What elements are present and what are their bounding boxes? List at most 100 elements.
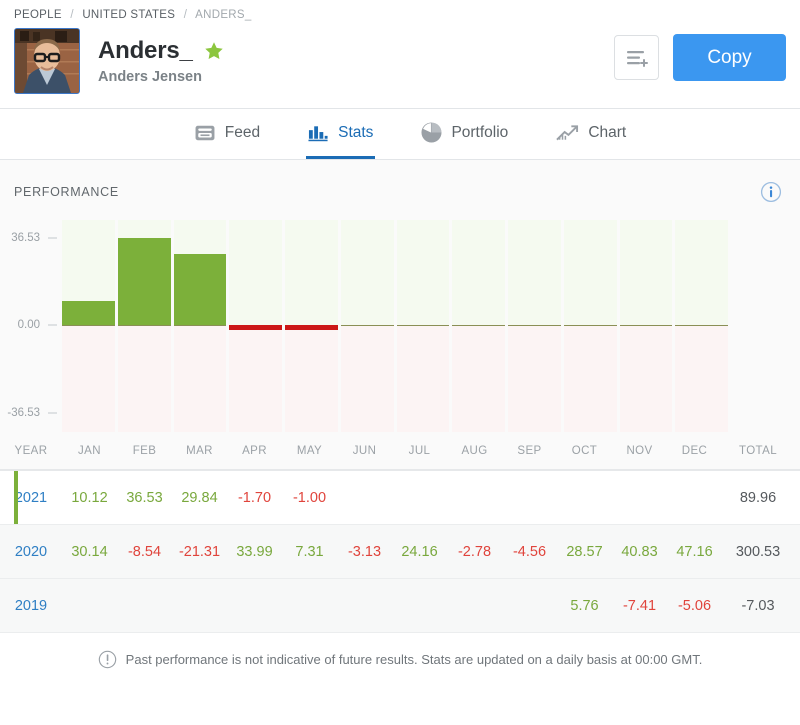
chart-zero-line xyxy=(619,325,673,326)
cell-jul: 24.16 xyxy=(401,543,438,560)
tab-feed-label: Feed xyxy=(224,123,261,141)
y-tick-mark-min xyxy=(48,412,57,414)
add-to-list-button[interactable] xyxy=(614,35,659,80)
chart-column-aug[interactable] xyxy=(452,220,505,432)
chart-column-feb[interactable] xyxy=(117,220,171,432)
breadcrumb-separator: / xyxy=(183,9,188,21)
performance-table: 2021 10.12 36.53 29.84 -1.70 -1.00 89.96 2020 30… xyxy=(0,471,800,633)
chart-column-dec[interactable] xyxy=(675,220,728,432)
chart-bar-mar[interactable] xyxy=(173,253,227,325)
chart-positive-band xyxy=(229,220,282,325)
chart-positive-band xyxy=(508,220,561,325)
breadcrumb-item-current: ANDERS_ xyxy=(195,9,252,21)
chart-negative-band xyxy=(285,325,338,432)
chart-zero-line xyxy=(62,325,115,326)
cell-mar: -21.31 xyxy=(178,543,221,560)
chart-column-apr[interactable] xyxy=(229,220,282,432)
cell-oct: 28.57 xyxy=(566,543,603,560)
chart-positive-band xyxy=(285,220,338,325)
chart-column-may[interactable] xyxy=(285,220,338,432)
table-row[interactable]: 2019 5.76 -7.41 -5.06 -7.03 xyxy=(0,579,800,633)
chart-column-mar[interactable] xyxy=(173,220,227,432)
cell-oct: 5.76 xyxy=(570,597,599,614)
chart-bar-may[interactable] xyxy=(285,325,338,330)
cell-sep: -4.56 xyxy=(512,543,547,560)
bar-chart-icon xyxy=(308,124,329,142)
chart-column-nov[interactable] xyxy=(619,220,673,432)
tab-bar: Feed Stats Portfolio Chart xyxy=(0,109,800,160)
chart-negative-band xyxy=(229,325,282,432)
chart-bar-feb[interactable] xyxy=(117,238,171,325)
chart-zero-line xyxy=(508,325,561,326)
chart-negative-band xyxy=(117,325,171,432)
display-name-row: Anders_ xyxy=(98,37,225,65)
chart-column-jun[interactable] xyxy=(340,220,394,432)
column-header-mar: MAR xyxy=(186,444,213,457)
chart-zero-line xyxy=(675,325,728,326)
tab-portfolio[interactable]: Portfolio xyxy=(419,109,510,159)
column-header-apr: APR xyxy=(242,444,267,457)
chart-negative-band xyxy=(173,325,227,432)
table-row[interactable]: 2021 10.12 36.53 29.84 -1.70 -1.00 89.96 xyxy=(0,471,800,525)
cell-total: -7.03 xyxy=(741,597,775,614)
chart-zero-line xyxy=(396,325,450,326)
y-tick-label-zero: 0.00 xyxy=(17,319,40,331)
cell-nov: -7.41 xyxy=(622,597,657,614)
column-header-jun: JUN xyxy=(352,444,377,457)
y-tick-label-min: -36.53 xyxy=(7,407,40,419)
profile-header: Anders_ Anders Jensen Copy xyxy=(0,28,800,109)
real-name: Anders Jensen xyxy=(98,69,202,85)
page-title: Anders_ xyxy=(98,37,193,64)
cell-mar: 29.84 xyxy=(181,489,218,506)
chart-bar-apr[interactable] xyxy=(229,325,282,330)
column-header-dec: DEC xyxy=(681,444,708,457)
breadcrumb-separator: / xyxy=(70,9,74,21)
cell-year: 2019 xyxy=(14,597,48,614)
avatar[interactable] xyxy=(14,28,80,94)
chart-zero-line xyxy=(173,325,227,326)
chart-negative-band xyxy=(452,325,505,432)
cell-nov: 40.83 xyxy=(621,543,658,560)
chart-column-oct[interactable] xyxy=(563,220,617,432)
cell-feb: -8.54 xyxy=(127,543,162,560)
chart-negative-band xyxy=(619,325,673,432)
breadcrumb-item-people[interactable]: PEOPLE xyxy=(14,9,62,21)
tab-chart[interactable]: Chart xyxy=(554,109,628,159)
chart-column-sep[interactable] xyxy=(508,220,561,432)
feed-icon xyxy=(194,124,216,142)
cell-dec: -5.06 xyxy=(677,597,712,614)
chart-plot-area xyxy=(62,220,728,432)
chart-zero-line xyxy=(340,325,394,326)
column-header-sep: SEP xyxy=(517,444,542,457)
tab-chart-label: Chart xyxy=(588,123,627,141)
column-header-total: TOTAL xyxy=(739,444,777,457)
cell-may: -1.00 xyxy=(292,489,327,506)
column-header-oct: OCT xyxy=(571,444,598,457)
chart-negative-band xyxy=(675,325,728,432)
tab-stats[interactable]: Stats xyxy=(306,109,376,159)
chart-bar-jan[interactable] xyxy=(62,300,115,325)
disclaimer: Past performance is not indicative of fu… xyxy=(0,633,800,686)
chart-column-jul[interactable] xyxy=(396,220,450,432)
y-tick-mark-zero xyxy=(48,324,57,326)
y-tick-mark-max xyxy=(48,237,57,239)
chart-y-axis: 36.53 0.00 -36.53 xyxy=(0,220,62,432)
column-header-year: YEAR xyxy=(14,444,48,457)
chart-positive-band xyxy=(563,220,617,325)
tab-feed[interactable]: Feed xyxy=(192,109,262,159)
column-header-jan: JAN xyxy=(78,444,101,457)
info-icon[interactable] xyxy=(760,181,782,203)
star-icon xyxy=(203,40,225,62)
breadcrumb-item-country[interactable]: UNITED STATES xyxy=(82,9,175,21)
copy-button[interactable]: Copy xyxy=(673,34,786,81)
chart-column-jan[interactable] xyxy=(62,220,115,432)
chart-negative-band xyxy=(340,325,394,432)
cell-year: 2020 xyxy=(14,543,48,560)
pie-chart-icon xyxy=(421,122,442,143)
table-row[interactable]: 2020 30.14 -8.54 -21.31 33.99 7.31 -3.13 24.16 -… xyxy=(0,525,800,579)
chart-zero-line xyxy=(563,325,617,326)
performance-header: PERFORMANCE xyxy=(0,160,800,203)
performance-title: PERFORMANCE xyxy=(14,185,119,199)
chart-negative-band xyxy=(62,325,115,432)
chart-positive-band xyxy=(396,220,450,325)
